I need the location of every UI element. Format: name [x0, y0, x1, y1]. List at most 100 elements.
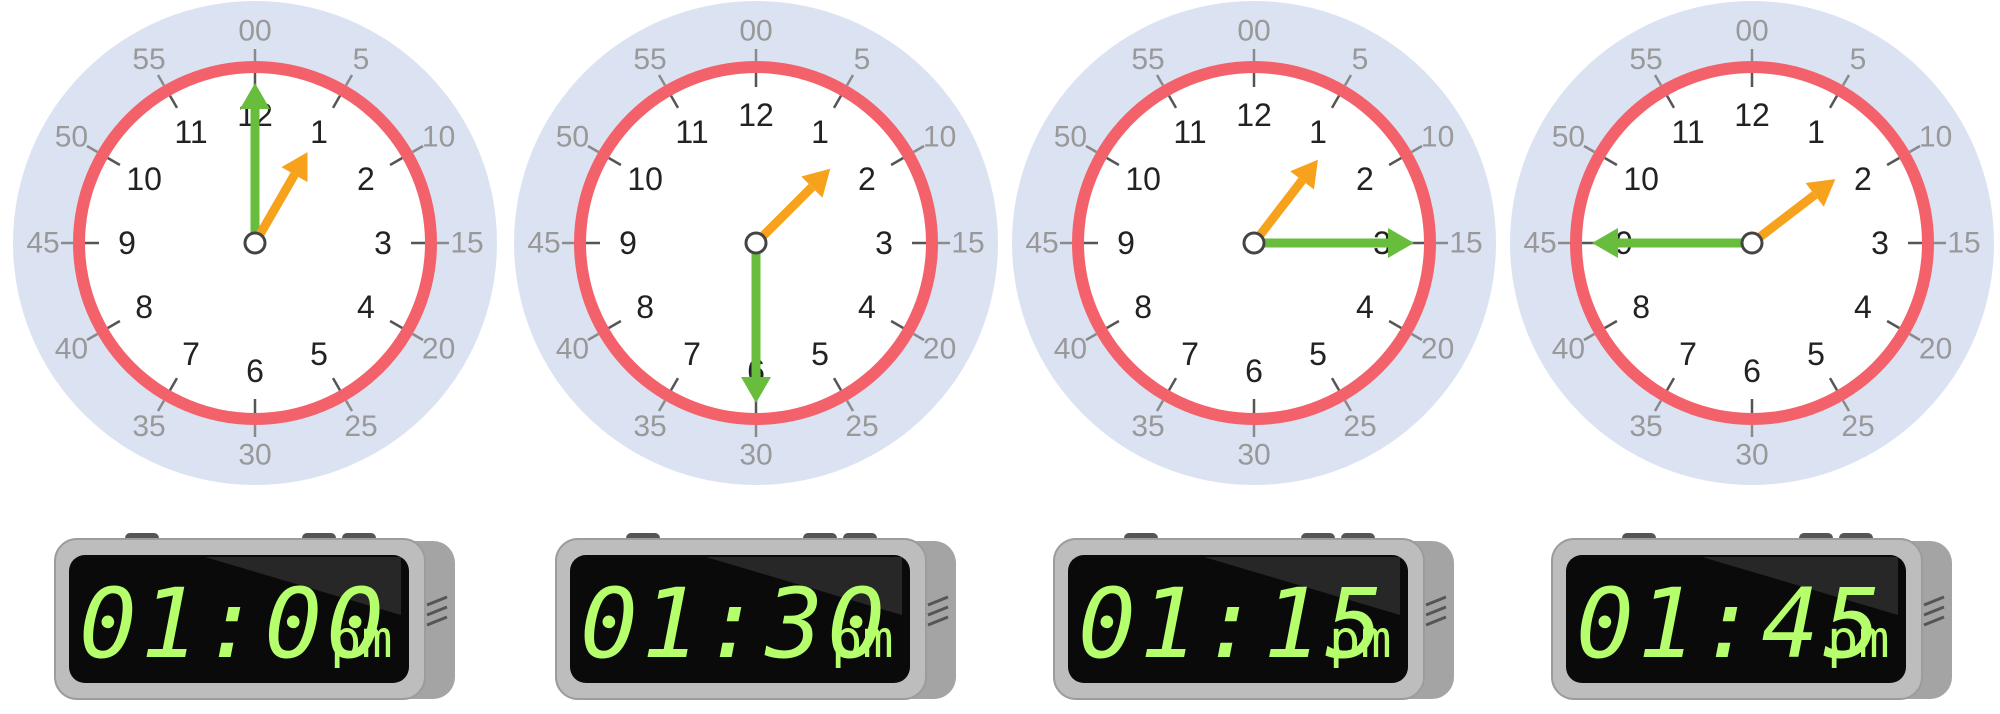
clock-scene: 0051015202530354045505512123456789101101… — [13, 1, 1994, 700]
minute-label: 55 — [633, 43, 666, 76]
hour-numeral: 8 — [1632, 289, 1650, 325]
minute-label: 10 — [923, 121, 956, 154]
hour-numeral: 6 — [1245, 353, 1263, 389]
hour-numeral: 6 — [246, 353, 264, 389]
hour-numeral: 5 — [1807, 336, 1825, 372]
minute-label: 35 — [1131, 410, 1164, 443]
minute-label: 55 — [1131, 43, 1164, 76]
hour-numeral: 9 — [118, 225, 136, 261]
hour-numeral: 3 — [875, 225, 893, 261]
hour-numeral: 10 — [627, 161, 663, 197]
hour-numeral: 5 — [310, 336, 328, 372]
digital-clock: 01:30pm — [555, 533, 956, 700]
hour-numeral: 1 — [310, 114, 328, 150]
hour-numeral: 8 — [636, 289, 654, 325]
analog-clock: 00510152025303540455055121234567891011 — [514, 1, 998, 485]
digital-ampm: pm — [330, 610, 393, 670]
hour-numeral: 2 — [357, 161, 375, 197]
minute-label: 5 — [1352, 43, 1369, 76]
minute-label: 35 — [1629, 410, 1662, 443]
minute-label: 00 — [1237, 15, 1270, 48]
hour-numeral: 10 — [126, 161, 162, 197]
hour-numeral: 10 — [1125, 161, 1161, 197]
minute-label: 10 — [1421, 121, 1454, 154]
hour-numeral: 2 — [858, 161, 876, 197]
minute-label: 40 — [55, 333, 88, 366]
minute-label: 50 — [1552, 121, 1585, 154]
minute-label: 30 — [739, 439, 772, 472]
minute-label: 35 — [132, 410, 165, 443]
hour-numeral: 3 — [374, 225, 392, 261]
minute-label: 45 — [26, 227, 59, 260]
hour-numeral: 4 — [858, 289, 876, 325]
hour-numeral: 11 — [1671, 114, 1704, 150]
hour-numeral: 6 — [1743, 353, 1761, 389]
hour-numeral: 9 — [619, 225, 637, 261]
hour-numeral: 7 — [1679, 336, 1697, 372]
minute-label: 00 — [1735, 15, 1768, 48]
center-pivot — [243, 231, 267, 255]
minute-label: 40 — [1552, 333, 1585, 366]
minute-label: 20 — [422, 333, 455, 366]
minute-label: 10 — [1919, 121, 1952, 154]
minute-label: 40 — [556, 333, 589, 366]
digital-ampm: pm — [1827, 610, 1890, 670]
minute-label: 15 — [951, 227, 984, 260]
minute-label: 5 — [353, 43, 370, 76]
minute-label: 00 — [739, 15, 772, 48]
hour-numeral: 10 — [1623, 161, 1659, 197]
minute-label: 30 — [1237, 439, 1270, 472]
minute-label: 5 — [854, 43, 871, 76]
hour-numeral: 5 — [811, 336, 829, 372]
minute-label: 30 — [238, 439, 271, 472]
hour-numeral: 12 — [1236, 97, 1272, 133]
digital-clock: 01:00pm — [54, 533, 455, 700]
analog-clock: 00510152025303540455055121234567891011 — [1510, 1, 1994, 485]
hour-numeral: 2 — [1854, 161, 1872, 197]
hour-numeral: 8 — [1134, 289, 1152, 325]
minute-label: 20 — [1919, 333, 1952, 366]
minute-label: 50 — [55, 121, 88, 154]
minute-label: 25 — [845, 410, 878, 443]
minute-label: 45 — [1025, 227, 1058, 260]
digital-ampm: pm — [831, 610, 894, 670]
minute-label: 15 — [450, 227, 483, 260]
minute-label: 50 — [556, 121, 589, 154]
center-pivot — [1242, 231, 1266, 255]
digital-clock: 01:15pm — [1053, 533, 1454, 700]
minute-label: 25 — [344, 410, 377, 443]
minute-label: 30 — [1735, 439, 1768, 472]
minute-label: 20 — [1421, 333, 1454, 366]
hour-numeral: 12 — [1734, 97, 1770, 133]
analog-clock: 00510152025303540455055121234567891011 — [1012, 1, 1496, 485]
minute-label: 25 — [1841, 410, 1874, 443]
hour-numeral: 1 — [1807, 114, 1825, 150]
minute-label: 50 — [1054, 121, 1087, 154]
hour-numeral: 11 — [174, 114, 207, 150]
hour-numeral: 8 — [135, 289, 153, 325]
minute-label: 5 — [1850, 43, 1867, 76]
digital-ampm: pm — [1329, 610, 1392, 670]
minute-label: 45 — [527, 227, 560, 260]
minute-label: 35 — [633, 410, 666, 443]
hour-numeral: 4 — [1356, 289, 1374, 325]
hour-numeral: 7 — [182, 336, 200, 372]
minute-label: 25 — [1343, 410, 1376, 443]
hour-numeral: 9 — [1117, 225, 1135, 261]
minute-label: 40 — [1054, 333, 1087, 366]
hour-numeral: 7 — [683, 336, 701, 372]
digital-clock: 01:45pm — [1551, 533, 1952, 700]
minute-label: 55 — [1629, 43, 1662, 76]
hour-numeral: 5 — [1309, 336, 1327, 372]
minute-label: 20 — [923, 333, 956, 366]
minute-label: 00 — [238, 15, 271, 48]
hour-numeral: 1 — [1309, 114, 1327, 150]
minute-label: 55 — [132, 43, 165, 76]
center-pivot — [1740, 231, 1764, 255]
minute-label: 10 — [422, 121, 455, 154]
minute-label: 15 — [1449, 227, 1482, 260]
hour-numeral: 4 — [357, 289, 375, 325]
hour-numeral: 1 — [811, 114, 829, 150]
hour-numeral: 7 — [1181, 336, 1199, 372]
hour-numeral: 11 — [1173, 114, 1206, 150]
